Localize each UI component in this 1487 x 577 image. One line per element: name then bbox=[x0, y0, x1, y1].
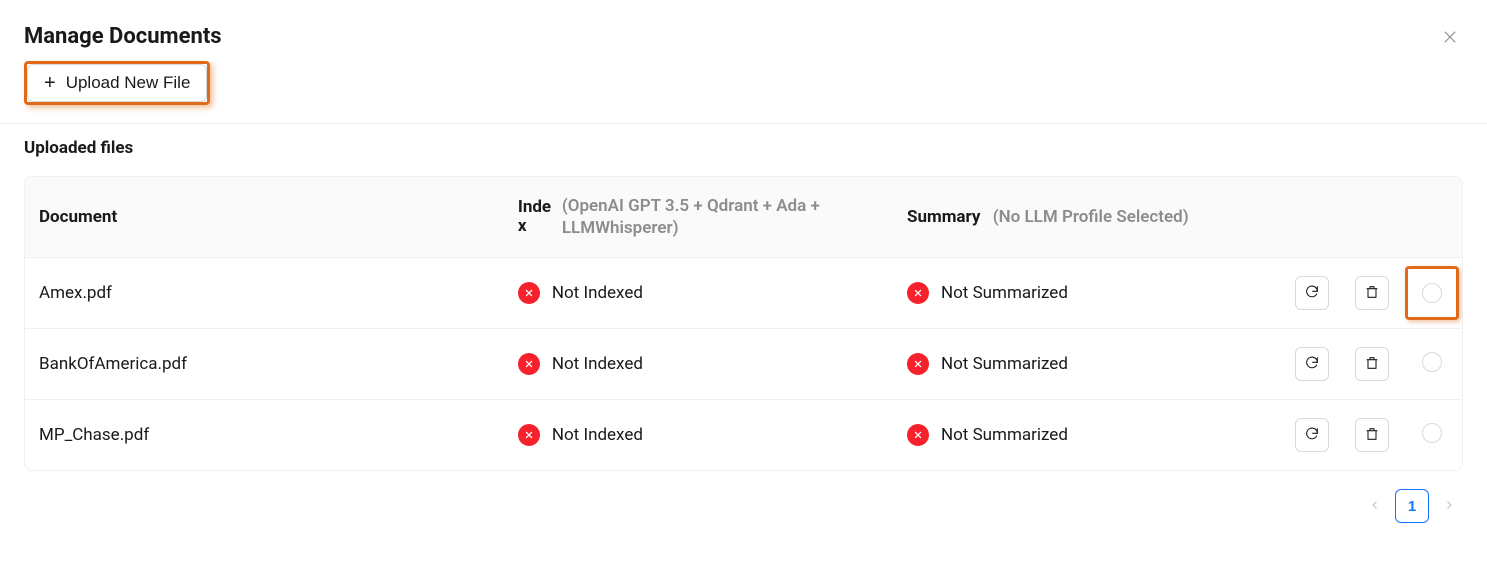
error-icon bbox=[518, 424, 540, 446]
select-radio[interactable] bbox=[1422, 352, 1442, 372]
section-title: Uploaded files bbox=[24, 138, 1463, 158]
index-status-label: Not Indexed bbox=[552, 283, 643, 303]
summary-status-cell: Not Summarized bbox=[893, 329, 1282, 400]
chevron-left-icon bbox=[1369, 499, 1381, 511]
error-icon bbox=[518, 282, 540, 304]
column-header-index: Index (OpenAI GPT 3.5 + Qdrant + Ada + L… bbox=[504, 177, 893, 258]
trash-icon bbox=[1364, 284, 1380, 303]
documents-table: Document Index (OpenAI GPT 3.5 + Qdrant … bbox=[24, 176, 1463, 471]
delete-button[interactable] bbox=[1355, 347, 1389, 381]
pagination-next-button[interactable] bbox=[1439, 495, 1459, 518]
refresh-icon bbox=[1304, 355, 1320, 374]
index-status-label: Not Indexed bbox=[552, 354, 643, 374]
summary-status-label: Not Summarized bbox=[941, 425, 1068, 445]
index-status-cell: Not Indexed bbox=[504, 258, 893, 329]
summary-status-label: Not Summarized bbox=[941, 283, 1068, 303]
index-status-label: Not Indexed bbox=[552, 425, 643, 445]
error-icon bbox=[907, 353, 929, 375]
select-radio[interactable] bbox=[1422, 423, 1442, 443]
refresh-icon bbox=[1304, 426, 1320, 445]
pagination: 1 bbox=[24, 489, 1463, 523]
column-header-delete bbox=[1342, 177, 1402, 258]
table-row: BankOfAmerica.pdf Not Indexed Not Summariz… bbox=[25, 329, 1462, 400]
document-name-cell: MP_Chase.pdf bbox=[25, 400, 504, 470]
refresh-button[interactable] bbox=[1295, 418, 1329, 452]
select-radio[interactable] bbox=[1422, 283, 1442, 303]
page-title: Manage Documents bbox=[24, 24, 222, 49]
index-status-cell: Not Indexed bbox=[504, 400, 893, 470]
column-header-select bbox=[1402, 177, 1462, 258]
summary-status-cell: Not Summarized bbox=[893, 400, 1282, 470]
column-header-summary: Summary (No LLM Profile Selected) bbox=[893, 177, 1282, 258]
trash-icon bbox=[1364, 355, 1380, 374]
table-row: Amex.pdf Not Indexed Not Summarized bbox=[25, 258, 1462, 329]
plus-icon: + bbox=[44, 73, 56, 93]
error-icon bbox=[907, 424, 929, 446]
upload-button-highlight: + Upload New File bbox=[24, 61, 210, 105]
pagination-page-1[interactable]: 1 bbox=[1395, 489, 1429, 523]
chevron-right-icon bbox=[1443, 499, 1455, 511]
refresh-icon bbox=[1304, 284, 1320, 303]
error-icon bbox=[907, 282, 929, 304]
summary-status-cell: Not Summarized bbox=[893, 258, 1282, 329]
upload-button-label: Upload New File bbox=[66, 73, 191, 93]
close-button[interactable] bbox=[1437, 24, 1463, 53]
delete-button[interactable] bbox=[1355, 276, 1389, 310]
trash-icon bbox=[1364, 426, 1380, 445]
column-header-refresh bbox=[1282, 177, 1342, 258]
pagination-prev-button[interactable] bbox=[1365, 495, 1385, 518]
error-icon bbox=[518, 353, 540, 375]
divider bbox=[0, 123, 1487, 124]
summary-status-label: Not Summarized bbox=[941, 354, 1068, 374]
table-row: MP_Chase.pdf Not Indexed Not Summarized bbox=[25, 400, 1462, 470]
refresh-button[interactable] bbox=[1295, 347, 1329, 381]
close-icon bbox=[1441, 28, 1459, 46]
select-radio-highlight bbox=[1405, 266, 1459, 320]
upload-new-file-button[interactable]: + Upload New File bbox=[27, 64, 207, 102]
column-header-document: Document bbox=[25, 177, 504, 258]
index-status-cell: Not Indexed bbox=[504, 329, 893, 400]
document-name-cell: Amex.pdf bbox=[25, 258, 504, 329]
delete-button[interactable] bbox=[1355, 418, 1389, 452]
refresh-button[interactable] bbox=[1295, 276, 1329, 310]
document-name-cell: BankOfAmerica.pdf bbox=[25, 329, 504, 400]
